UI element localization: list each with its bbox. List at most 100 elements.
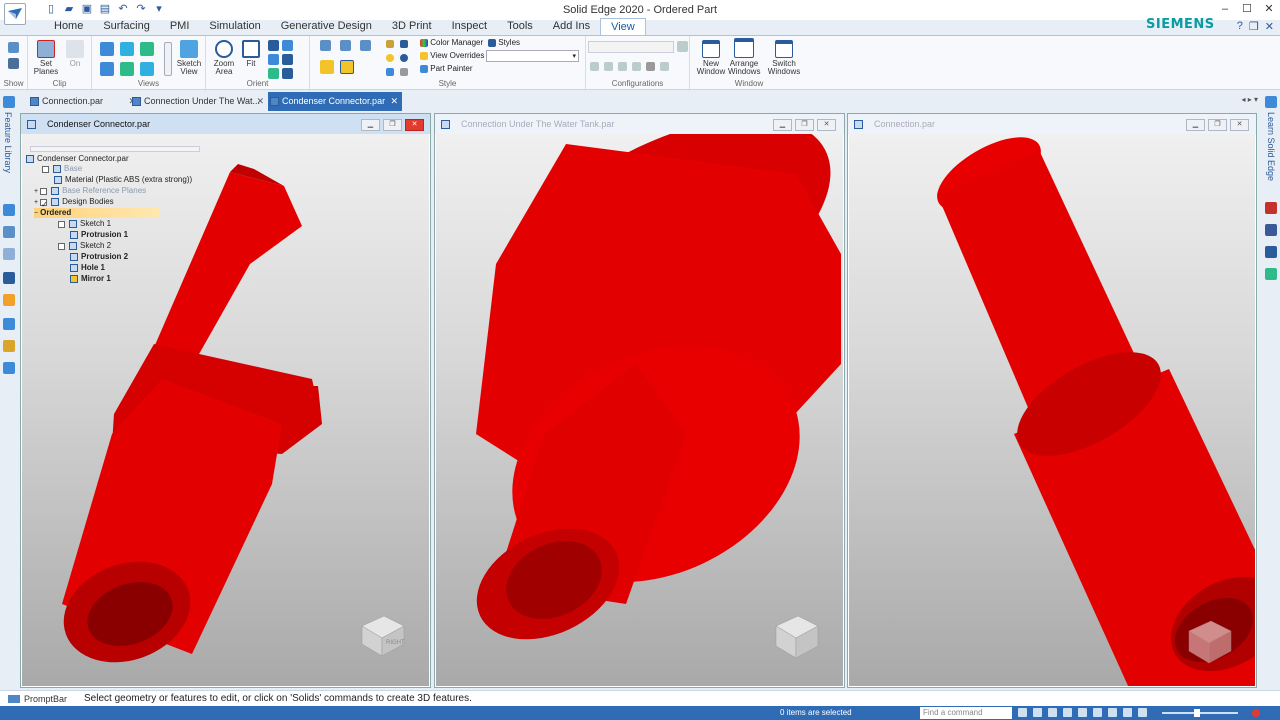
config-icon-6[interactable]: [660, 62, 669, 71]
feature-library-tab[interactable]: Feature Library: [3, 112, 13, 173]
shading-status-icon[interactable]: [1123, 708, 1132, 717]
model-connection-under-tank[interactable]: [459, 134, 843, 661]
styles-button[interactable]: Styles: [488, 38, 520, 47]
tab-simulation[interactable]: Simulation: [199, 18, 270, 35]
color-manager-button[interactable]: Color Manager: [420, 38, 483, 47]
shading-edges-icon[interactable]: [340, 60, 354, 74]
learn-icon[interactable]: [1265, 96, 1277, 108]
reports-icon[interactable]: [3, 318, 15, 330]
tab-scroll-arrows[interactable]: ◂ ▸ ▾: [1242, 95, 1259, 104]
views-scroll-icon[interactable]: [164, 42, 172, 76]
show-icon[interactable]: [8, 42, 19, 53]
views-status-icon[interactable]: [1093, 708, 1102, 717]
config-icon-1[interactable]: [590, 62, 599, 71]
help-icon[interactable]: ?: [1237, 20, 1243, 33]
tree-root[interactable]: Condenser Connector.par: [26, 154, 129, 164]
view-top-icon[interactable]: [120, 42, 134, 56]
zoom-area-status-icon[interactable]: [1018, 708, 1027, 717]
clip-on-button[interactable]: On: [62, 40, 88, 68]
tab-3d-print[interactable]: 3D Print: [382, 18, 442, 35]
pane-close-button[interactable]: ✕: [1230, 119, 1249, 131]
tree-node-sketch-2[interactable]: Sketch 2: [58, 241, 111, 251]
tree-node-protrusion-1[interactable]: Protrusion 1: [70, 230, 128, 240]
config-icon-4[interactable]: [632, 62, 641, 71]
visibility-checkbox[interactable]: [42, 165, 49, 173]
viewport-connection[interactable]: [849, 134, 1255, 686]
view-cube-icon[interactable]: [361, 615, 405, 657]
zoom-icon[interactable]: [268, 40, 279, 51]
configuration-dropdown[interactable]: [588, 41, 674, 53]
shading-icon[interactable]: [320, 60, 334, 74]
doc-tab-condenser-connector[interactable]: Condenser Connector.par ✕: [268, 92, 402, 111]
tutorials-icon[interactable]: [1265, 268, 1277, 280]
rotate-icon[interactable]: [268, 54, 279, 65]
tree-node-design-bodies[interactable]: + ✓ Design Bodies: [34, 197, 114, 209]
family-icon[interactable]: [3, 248, 15, 260]
tree-node-ordered[interactable]: − Ordered: [34, 208, 160, 218]
shaded-icon[interactable]: [320, 40, 331, 51]
pane-restore-button[interactable]: ❐: [1208, 119, 1227, 131]
promptbar-icon[interactable]: [8, 695, 20, 703]
visibility-checkbox[interactable]: [40, 187, 48, 195]
doc-tab-connection-under-tank[interactable]: Connection Under The Wat... ✕: [130, 92, 268, 111]
view-left-icon[interactable]: [120, 62, 134, 76]
layers-icon[interactable]: [3, 204, 15, 216]
style-status-icon[interactable]: [1108, 708, 1117, 717]
tab-surfacing[interactable]: Surfacing: [93, 18, 159, 35]
links-icon[interactable]: [3, 340, 15, 352]
sensors-icon[interactable]: [3, 226, 15, 238]
reflections-icon[interactable]: [400, 68, 408, 76]
zoom-status-icon[interactable]: [1033, 708, 1042, 717]
collapse-icon[interactable]: −: [34, 210, 38, 217]
view-front-icon[interactable]: [140, 42, 154, 56]
ambient-icon[interactable]: [386, 54, 394, 62]
tab-pmi[interactable]: PMI: [160, 18, 200, 35]
named-views-icon[interactable]: [282, 68, 293, 79]
model-connection[interactable]: [926, 134, 1255, 686]
save-config-icon[interactable]: [677, 41, 688, 52]
tab-tools[interactable]: Tools: [497, 18, 543, 35]
close-doc-icon[interactable]: ✕: [1265, 20, 1274, 33]
expand-icon[interactable]: +: [34, 188, 38, 195]
view-right-icon[interactable]: [100, 62, 114, 76]
visibility-checkbox[interactable]: [58, 220, 65, 228]
restore-icon[interactable]: ❐: [1249, 20, 1259, 33]
viewport-connection-under-tank[interactable]: [436, 134, 843, 686]
expand-icon[interactable]: +: [34, 199, 38, 206]
shadows-icon[interactable]: [386, 68, 394, 76]
close-tab-icon[interactable]: ✕: [390, 92, 398, 111]
pathfinder-icon[interactable]: [3, 96, 15, 108]
tab-generative-design[interactable]: Generative Design: [271, 18, 382, 35]
sketch-view-button[interactable]: Sketch View: [174, 40, 204, 76]
visibility-checkbox[interactable]: [58, 242, 65, 250]
facebook-icon[interactable]: [1265, 224, 1277, 236]
pan-icon[interactable]: [282, 40, 293, 51]
tree-node-mirror-1[interactable]: Mirror 1: [70, 274, 111, 284]
tree-node-sketch-1[interactable]: Sketch 1: [58, 219, 111, 229]
tree-node-base[interactable]: Base: [42, 164, 82, 174]
close-button[interactable]: ✕: [1258, 0, 1280, 18]
part-painter-button[interactable]: Part Painter: [420, 64, 472, 73]
fit-button[interactable]: Fit: [240, 40, 262, 68]
tab-add-ins[interactable]: Add Ins: [543, 18, 600, 35]
orient-reset-icon[interactable]: [268, 68, 279, 79]
view-style-icon[interactable]: [400, 40, 408, 48]
pane-restore-button[interactable]: ❐: [795, 119, 814, 131]
tree-node-protrusion-2[interactable]: Protrusion 2: [70, 252, 128, 262]
view-iso-icon[interactable]: [100, 42, 114, 56]
viewport-condenser-connector[interactable]: RIGHT Condenser Connector.par Base Mater…: [22, 134, 429, 686]
appearance-icon[interactable]: [3, 294, 15, 306]
config-icon-2[interactable]: [604, 62, 613, 71]
fit-status-icon[interactable]: [1048, 708, 1057, 717]
minimize-button[interactable]: –: [1214, 0, 1236, 18]
switch-windows-button[interactable]: Switch Windows: [764, 40, 804, 76]
visibility-checkbox[interactable]: ✓: [40, 198, 48, 209]
view-bottom-icon[interactable]: [140, 62, 154, 76]
pane-close-button[interactable]: ✕: [405, 119, 424, 131]
news-icon[interactable]: [1265, 246, 1277, 258]
set-planes-button[interactable]: Set Planes: [32, 40, 60, 76]
tree-node-reference-planes[interactable]: + Base Reference Planes: [34, 186, 146, 196]
view-cube-icon[interactable]: [775, 615, 819, 659]
learn-solid-edge-tab[interactable]: Learn Solid Edge: [1266, 112, 1276, 181]
pane-minimize-button[interactable]: ▁: [1186, 119, 1205, 131]
